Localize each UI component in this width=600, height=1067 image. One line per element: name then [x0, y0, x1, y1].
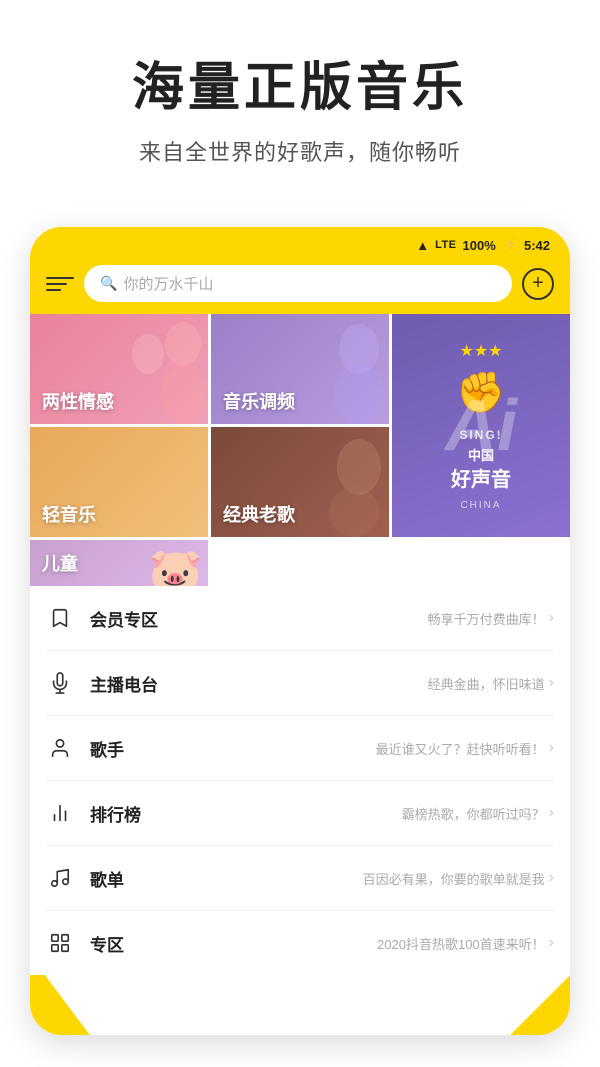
jingdian-figure [299, 427, 389, 537]
yinyue-figure [299, 314, 389, 424]
menu-item-special-name: 专区 [90, 931, 124, 956]
search-placeholder: 你的万水千山 [123, 273, 213, 294]
category-haoshengyin[interactable]: Ai ★★★ ✊ SING! 中国 好声音 CHINA [392, 314, 570, 537]
cat-label-yinyue: 音乐调频 [223, 388, 295, 414]
menu-item-special[interactable]: 专区 2020抖音热歌100首速来听！ › [46, 911, 554, 975]
menu-item-chart[interactable]: 排行榜 霸榜热歌，你都听过吗？ › [46, 781, 554, 846]
content-area: 两性情感 音乐调频 Ai ★★★ ✊ [30, 314, 570, 1035]
yellow-deco-right [510, 975, 570, 1035]
category-grid: 两性情感 音乐调频 Ai ★★★ ✊ [30, 314, 570, 586]
menu-item-chart-desc: 霸榜热歌，你都听过吗？ › [402, 804, 554, 823]
category-qingyinyue[interactable]: 轻音乐 [30, 427, 208, 537]
menu-item-chart-content: 排行榜 霸榜热歌，你都听过吗？ › [90, 801, 554, 826]
menu-item-playlist[interactable]: 歌单 百因必有果，你要的歌单就是我 › [46, 846, 554, 911]
menu-item-playlist-desc: 百因必有果，你要的歌单就是我 › [363, 869, 554, 888]
playlist-icon [46, 864, 74, 892]
phone-mockup: ▲ LTE 100% ⚡ 5:42 🔍 你的万水千山 + [30, 227, 570, 1035]
add-button[interactable]: + [522, 268, 554, 300]
menu-item-special-desc: 2020抖音热歌100首速来听！ › [377, 934, 554, 953]
menu-item-radio-content: 主播电台 经典金曲，怀旧味道 › [90, 671, 554, 696]
search-area: 🔍 你的万水千山 + [30, 257, 570, 314]
menu-list: 会员专区 畅享千万付费曲库！ › 主播电台 [30, 586, 570, 975]
menu-item-radio[interactable]: 主播电台 经典金曲，怀旧味道 › [46, 651, 554, 716]
chart-icon [46, 799, 74, 827]
special-chevron: › [549, 934, 554, 952]
cat-label-qingyinyue: 轻音乐 [42, 501, 96, 527]
category-ertong[interactable]: 🐷 儿童 [30, 540, 208, 586]
menu-line-3 [46, 289, 61, 291]
cat-label-liangxing: 两性情感 [42, 388, 114, 414]
menu-item-vip-content: 会员专区 畅享千万付费曲库！ › [90, 606, 554, 631]
yellow-deco-left [30, 975, 90, 1035]
liangxing-figure [118, 314, 208, 424]
menu-line-2 [46, 283, 67, 285]
haoshengyin-logo: ★★★ ✊ SING! 中国 好声音 CHINA [451, 341, 511, 511]
pig-decoration: 🐷 [148, 545, 203, 586]
vip-chevron: › [549, 609, 554, 627]
special-icon [46, 929, 74, 957]
menu-item-radio-desc: 经典金曲，怀旧味道 › [428, 674, 554, 693]
promo-subtitle: 来自全世界的好歌声，随你畅听 [40, 135, 560, 167]
radio-chevron: › [549, 674, 554, 692]
menu-item-vip-desc: 畅享千万付费曲库！ › [428, 609, 554, 628]
radio-icon [46, 669, 74, 697]
chart-chevron: › [549, 804, 554, 822]
singer-chevron: › [549, 739, 554, 757]
battery-percent: 100% [463, 238, 496, 253]
playlist-chevron: › [549, 869, 554, 887]
promo-title: 海量正版音乐 [40, 60, 560, 117]
menu-item-chart-name: 排行榜 [90, 801, 141, 826]
menu-button[interactable] [46, 277, 74, 291]
charging-icon: ⚡ [502, 237, 518, 253]
menu-line-1 [46, 277, 74, 279]
vip-icon [46, 604, 74, 632]
search-box[interactable]: 🔍 你的万水千山 [84, 265, 512, 302]
singer-icon [46, 734, 74, 762]
status-bar: ▲ LTE 100% ⚡ 5:42 [30, 227, 570, 257]
cat-label-ertong: 儿童 [42, 550, 78, 576]
menu-item-singer[interactable]: 歌手 最近谁又火了？赶快听听看！ › [46, 716, 554, 781]
signal-icon: ▲ [416, 238, 429, 253]
menu-item-vip-name: 会员专区 [90, 606, 158, 631]
cat-label-jingdian: 经典老歌 [223, 501, 295, 527]
menu-item-singer-content: 歌手 最近谁又火了？赶快听听看！ › [90, 736, 554, 761]
search-icon: 🔍 [100, 275, 117, 292]
category-yinyue[interactable]: 音乐调频 [211, 314, 389, 424]
menu-item-playlist-name: 歌单 [90, 866, 124, 891]
menu-item-vip[interactable]: 会员专区 畅享千万付费曲库！ › [46, 586, 554, 651]
category-liangxing[interactable]: 两性情感 [30, 314, 208, 424]
time-display: 5:42 [524, 238, 550, 253]
category-jingdian[interactable]: 经典老歌 [211, 427, 389, 537]
menu-item-playlist-content: 歌单 百因必有果，你要的歌单就是我 › [90, 866, 554, 891]
menu-item-special-content: 专区 2020抖音热歌100首速来听！ › [90, 931, 554, 956]
menu-item-radio-name: 主播电台 [90, 671, 158, 696]
lte-badge: LTE [435, 239, 456, 251]
promo-area: 海量正版音乐 来自全世界的好歌声，随你畅听 [0, 0, 600, 207]
menu-item-singer-desc: 最近谁又火了？赶快听听看！ › [376, 739, 554, 758]
menu-item-singer-name: 歌手 [90, 736, 124, 761]
